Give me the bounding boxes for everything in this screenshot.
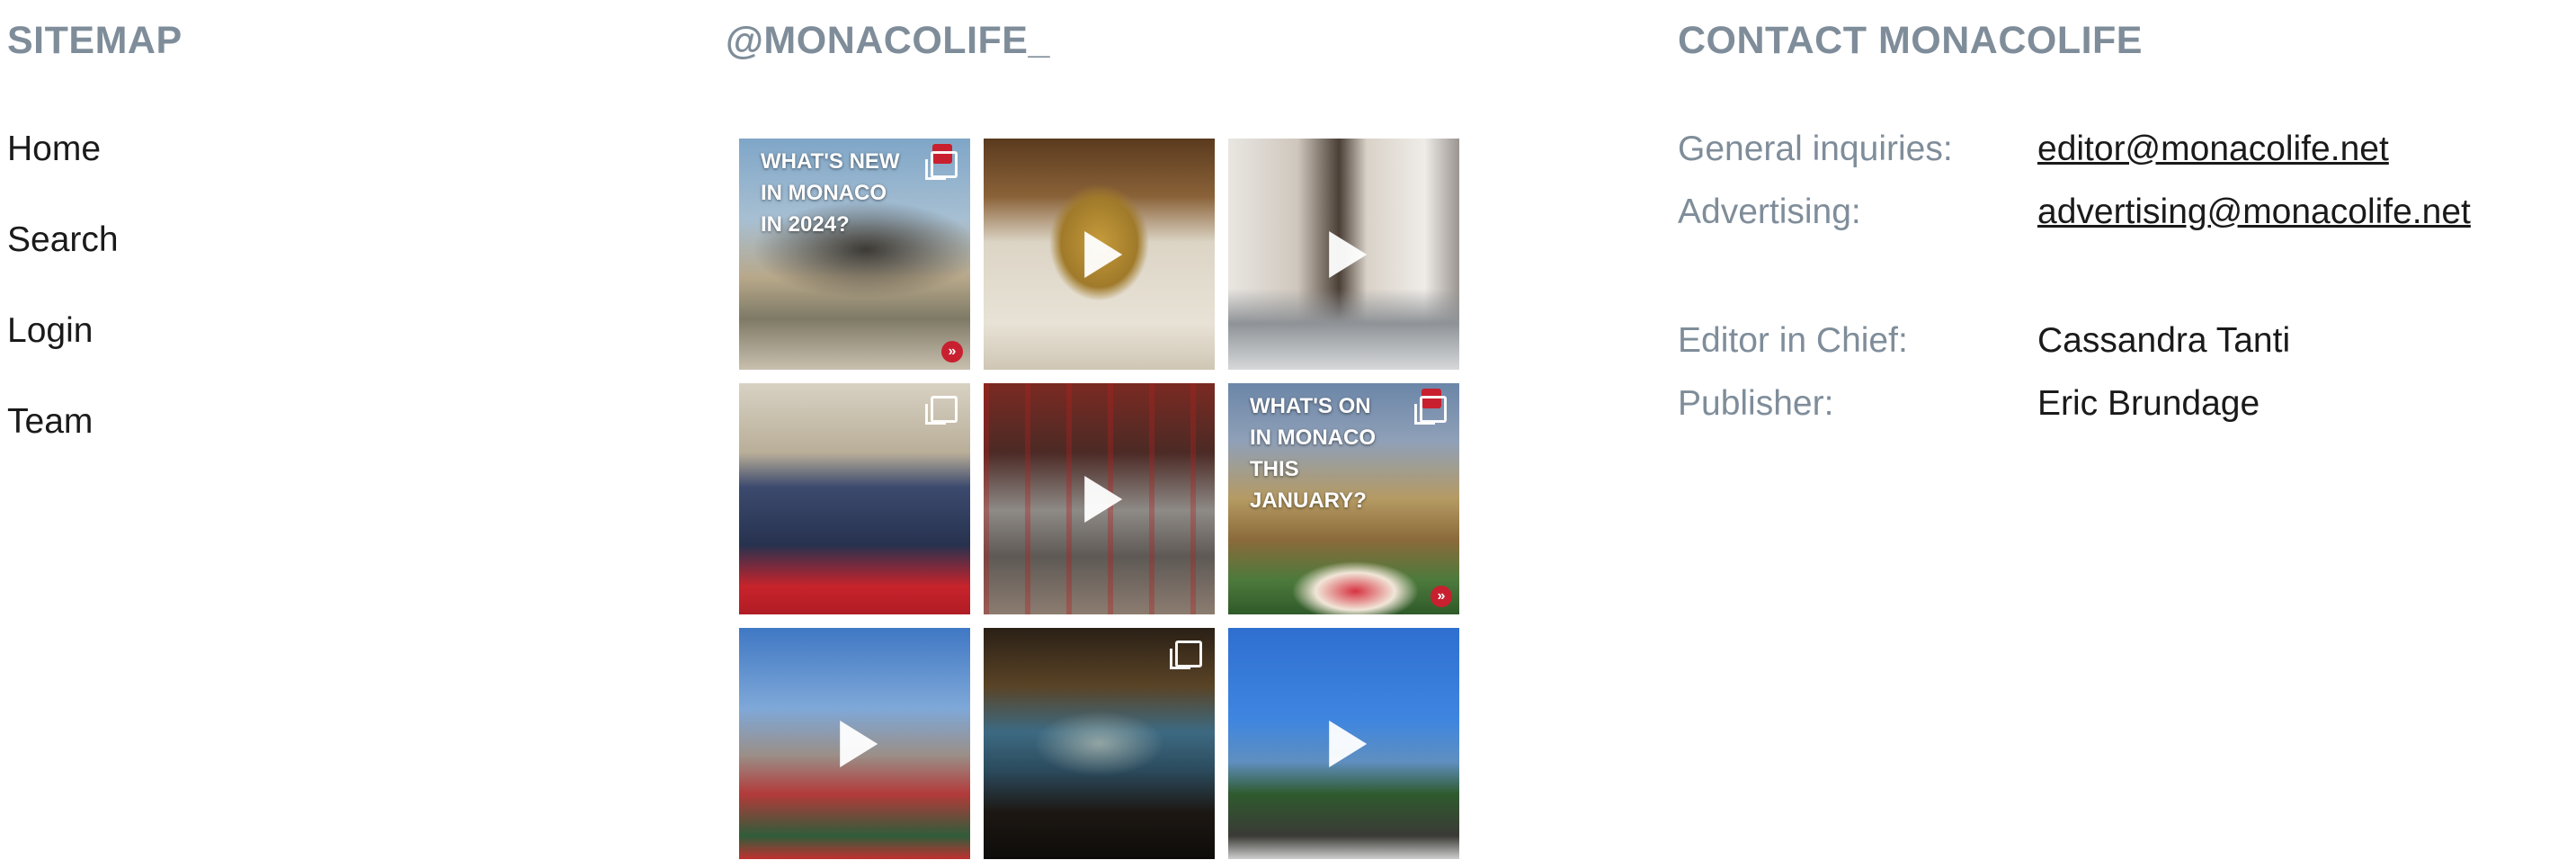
post-caption: WHAT'S ON IN MONACO THIS JANUARY? (1250, 394, 1376, 513)
carousel-icon (925, 151, 958, 180)
instagram-post-8[interactable] (984, 628, 1215, 859)
play-icon (839, 720, 878, 767)
advertising-label: Advertising: (1678, 193, 1861, 231)
instagram-post-7[interactable] (739, 628, 970, 859)
advertising-email-link[interactable]: advertising@monacolife.net (2037, 193, 2471, 231)
carousel-icon (925, 396, 958, 425)
instagram-post-1[interactable]: WHAT'S NEW IN MONACO IN 2024? » (739, 139, 970, 370)
sitemap-list: Home Search Login Team (7, 126, 119, 489)
play-icon (1328, 720, 1367, 767)
sitemap-item-team: Team (7, 399, 119, 489)
contact-row-general: General inquiries: editor@monacolife.net (1678, 126, 2471, 189)
post-caption: WHAT'S NEW IN MONACO IN 2024? (761, 149, 900, 237)
contact-heading: CONTACT MONACOLIFE (1678, 19, 2143, 62)
contact-row-advertising: Advertising: advertising@monacolife.net (1678, 189, 2471, 252)
sitemap-heading: SITEMAP (7, 19, 183, 62)
instagram-heading: @MONACOLIFE_ (726, 19, 1050, 62)
editor-in-chief-name: Cassandra Tanti (2037, 321, 2291, 360)
team-link[interactable]: Team (7, 402, 93, 441)
sitemap-item-home: Home (7, 126, 119, 217)
publisher-name: Eric Brundage (2037, 384, 2260, 423)
sitemap-item-login: Login (7, 308, 119, 399)
home-link[interactable]: Home (7, 130, 101, 168)
instagram-grid: WHAT'S NEW IN MONACO IN 2024? » WHAT'S O… (739, 139, 1459, 859)
carousel-icon (1414, 396, 1447, 425)
contact-block: General inquiries: editor@monacolife.net… (1678, 126, 2471, 443)
contact-row-publisher: Publisher: Eric Brundage (1678, 381, 2471, 443)
login-link[interactable]: Login (7, 311, 93, 350)
sitemap-item-search: Search (7, 217, 119, 308)
editor-in-chief-label: Editor in Chief: (1678, 321, 1908, 360)
play-icon (1328, 230, 1367, 278)
publisher-label: Publisher: (1678, 384, 1834, 423)
play-icon (1083, 475, 1122, 523)
general-inquiries-label: General inquiries: (1678, 130, 1953, 168)
instagram-post-2[interactable] (984, 139, 1215, 370)
instagram-post-9[interactable] (1228, 628, 1459, 859)
instagram-post-6[interactable]: WHAT'S ON IN MONACO THIS JANUARY? » (1228, 383, 1459, 614)
search-link[interactable]: Search (7, 220, 119, 259)
general-inquiries-email-link[interactable]: editor@monacolife.net (2037, 130, 2389, 168)
contact-row-editor: Editor in Chief: Cassandra Tanti (1678, 318, 2471, 381)
play-icon (1083, 230, 1122, 278)
instagram-post-5[interactable] (984, 383, 1215, 614)
instagram-post-3[interactable] (1228, 139, 1459, 370)
double-chevron-icon: » (1431, 586, 1452, 607)
instagram-post-4[interactable] (739, 383, 970, 614)
double-chevron-icon: » (941, 341, 963, 363)
carousel-icon (1170, 641, 1202, 669)
